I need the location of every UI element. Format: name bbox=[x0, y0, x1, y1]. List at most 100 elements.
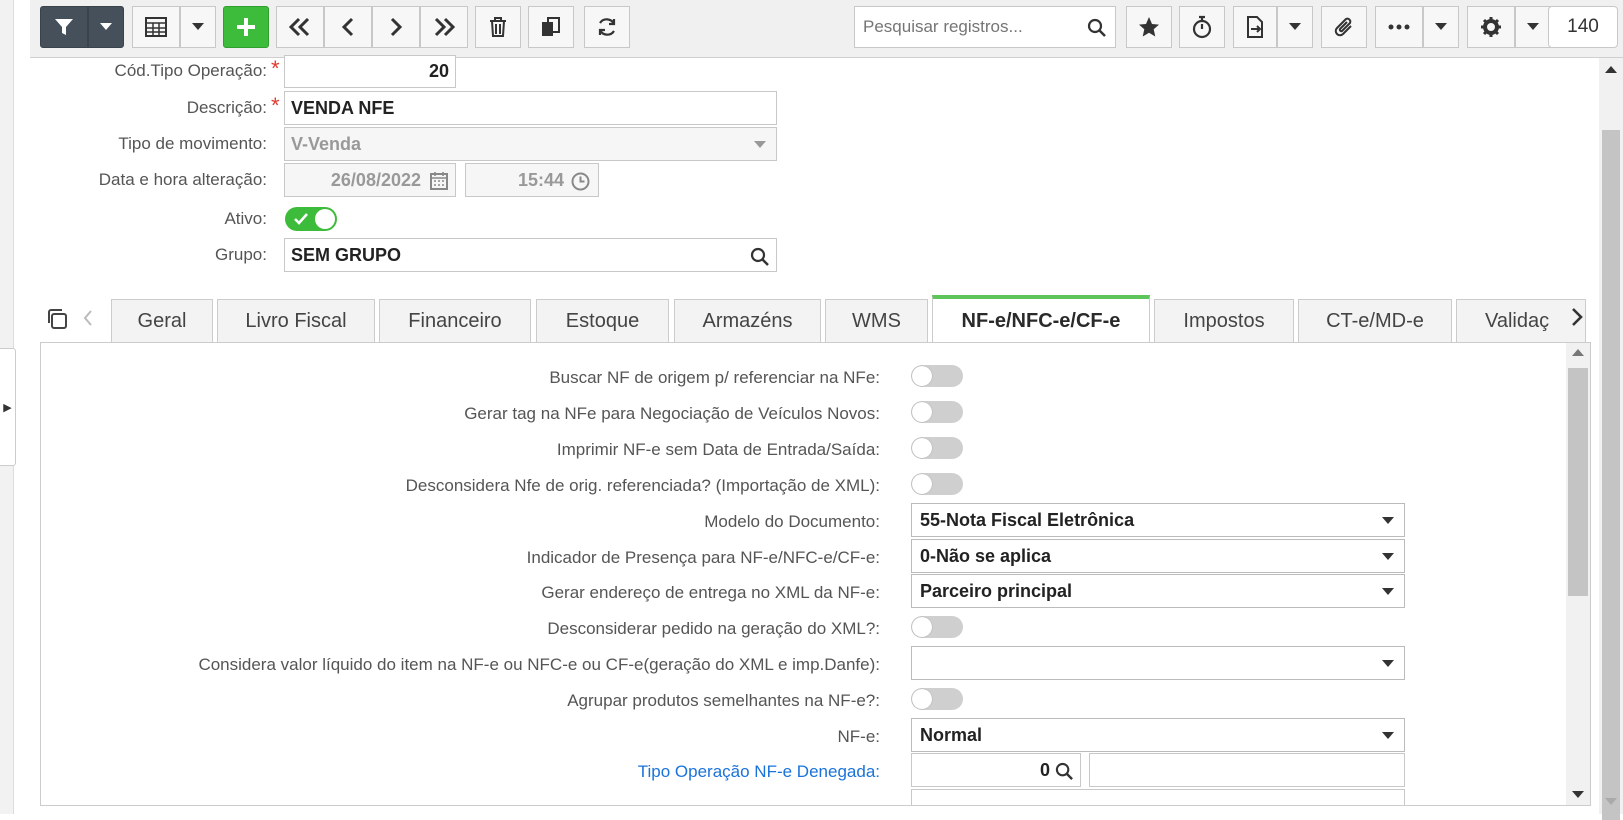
grid-view-button[interactable] bbox=[132, 6, 180, 48]
check-icon bbox=[294, 213, 308, 225]
descricao-field[interactable]: VENDA NFE bbox=[284, 91, 777, 125]
next-record-button[interactable] bbox=[372, 6, 420, 48]
tipo-movimento-label: Tipo de movimento: bbox=[118, 134, 267, 153]
endereco-entrega-select[interactable]: Parceiro principal bbox=[911, 574, 1405, 608]
grupo-field[interactable]: SEM GRUPO bbox=[284, 238, 777, 272]
search-icon[interactable] bbox=[1055, 762, 1074, 781]
chevron-right-icon bbox=[390, 17, 403, 37]
tab-financeiro[interactable]: Financeiro bbox=[379, 299, 531, 343]
scroll-down-arrow-icon[interactable] bbox=[1572, 791, 1584, 799]
panel-scrollbar-thumb[interactable] bbox=[1568, 368, 1588, 596]
grid-view-dropdown-button[interactable] bbox=[180, 6, 216, 48]
double-chevron-right-icon bbox=[434, 17, 456, 37]
date-value: 26/08/2022 bbox=[330, 169, 421, 190]
caret-down-icon bbox=[1382, 517, 1394, 524]
refresh-button[interactable] bbox=[584, 6, 630, 48]
buscar-nf-origem-toggle[interactable] bbox=[911, 365, 963, 387]
ellipsis-icon bbox=[1388, 24, 1410, 30]
caret-down-icon bbox=[754, 141, 766, 148]
page-scrollbar[interactable] bbox=[1599, 58, 1623, 820]
gerar-tag-veiculos-label: Gerar tag na NFe para Negociação de Veíc… bbox=[464, 404, 880, 423]
caret-down-icon bbox=[192, 23, 204, 30]
filter-dropdown-button[interactable] bbox=[88, 6, 124, 48]
considera-valor-liquido-select[interactable] bbox=[911, 646, 1405, 680]
descricao-label: Descrição: bbox=[186, 98, 267, 117]
search-input[interactable] bbox=[861, 16, 1081, 38]
agrupar-produtos-toggle[interactable] bbox=[911, 688, 963, 710]
duplicate-button[interactable] bbox=[528, 6, 574, 48]
side-panel-toggle[interactable]: ▶ bbox=[0, 348, 16, 466]
settings-dropdown-button[interactable] bbox=[1515, 6, 1551, 48]
scroll-down-arrow-icon[interactable] bbox=[1605, 798, 1617, 806]
copy-tabs-icon[interactable] bbox=[45, 307, 69, 331]
tabs-scroll-left-icon[interactable] bbox=[82, 309, 94, 327]
scroll-up-arrow-icon[interactable] bbox=[1605, 66, 1617, 74]
modelo-documento-label: Modelo do Documento: bbox=[704, 512, 880, 531]
filter-button[interactable] bbox=[40, 6, 88, 48]
agrupar-produtos-label: Agrupar produtos semelhantes na NF-e?: bbox=[567, 691, 880, 710]
imprimir-sem-data-label: Imprimir NF-e sem Data de Entrada/Saída: bbox=[556, 440, 880, 459]
previous-record-button[interactable] bbox=[324, 6, 372, 48]
desconsidera-nfe-toggle[interactable] bbox=[911, 473, 963, 495]
indicador-presenca-select[interactable]: 0-Não se aplica bbox=[911, 539, 1405, 573]
tipo-operacao-denegada-field[interactable]: 0 bbox=[911, 753, 1081, 787]
tipo-operacao-denegada-value: 0 bbox=[1039, 759, 1050, 780]
ativo-label: Ativo: bbox=[224, 209, 267, 228]
next-field-partial bbox=[911, 789, 1405, 805]
search-icon[interactable] bbox=[1087, 18, 1107, 38]
gerar-tag-veiculos-toggle[interactable] bbox=[911, 401, 963, 423]
panel-scrollbar[interactable] bbox=[1566, 343, 1590, 805]
grupo-value: SEM GRUPO bbox=[291, 244, 402, 265]
export-button[interactable] bbox=[1233, 6, 1277, 48]
star-icon bbox=[1139, 17, 1159, 37]
search-icon[interactable] bbox=[750, 247, 770, 267]
tab-geral[interactable]: Geral bbox=[111, 299, 213, 343]
settings-button[interactable] bbox=[1467, 6, 1515, 48]
trash-icon bbox=[490, 17, 506, 37]
time-field: 15:44 bbox=[465, 163, 599, 197]
attachments-button[interactable] bbox=[1321, 6, 1367, 48]
time-value: 15:44 bbox=[517, 169, 564, 190]
first-record-button[interactable] bbox=[276, 6, 324, 48]
copy-icon bbox=[542, 17, 560, 36]
tabs-scroll-right-icon[interactable] bbox=[1570, 307, 1584, 327]
filter-icon bbox=[55, 19, 73, 35]
tab-livro-fiscal[interactable]: Livro Fiscal bbox=[217, 299, 375, 343]
tab-cte-mdfe[interactable]: CT-e/MD-e bbox=[1298, 299, 1452, 343]
page-scrollbar-thumb[interactable] bbox=[1602, 130, 1620, 820]
export-dropdown-button[interactable] bbox=[1277, 6, 1313, 48]
add-record-button[interactable] bbox=[223, 6, 269, 48]
tab-wms[interactable]: WMS bbox=[825, 299, 928, 343]
tab-validacoes[interactable]: Validaç bbox=[1456, 299, 1586, 343]
ativo-toggle[interactable] bbox=[285, 207, 337, 231]
considera-valor-liquido-label: Considera valor líquido do item na NF-e … bbox=[198, 655, 880, 674]
grupo-label: Grupo: bbox=[215, 245, 267, 264]
scroll-up-arrow-icon[interactable] bbox=[1572, 349, 1584, 357]
clock-icon bbox=[571, 172, 590, 191]
tipo-operacao-denegada-link[interactable]: Tipo Operação NF-e Denegada: bbox=[638, 762, 880, 782]
desconsiderar-pedido-toggle[interactable] bbox=[911, 616, 963, 638]
modelo-documento-select[interactable]: 55-Nota Fiscal Eletrônica bbox=[911, 503, 1405, 537]
desconsiderar-pedido-label: Desconsiderar pedido na geração do XML?: bbox=[547, 619, 880, 638]
required-marker: * bbox=[271, 56, 280, 81]
imprimir-sem-data-toggle[interactable] bbox=[911, 437, 963, 459]
more-actions-dropdown-button[interactable] bbox=[1423, 6, 1459, 48]
date-field: 26/08/2022 bbox=[284, 163, 456, 197]
cod-tipo-operacao-field[interactable]: 20 bbox=[284, 55, 456, 88]
timer-button[interactable] bbox=[1179, 6, 1225, 48]
tab-armazens[interactable]: Armazéns bbox=[674, 299, 821, 343]
tab-nfe-nfce-cfe[interactable]: NF-e/NFC-e/CF-e bbox=[932, 295, 1150, 344]
desconsidera-nfe-label: Desconsidera Nfe de orig. referenciada? … bbox=[405, 476, 880, 495]
last-record-button[interactable] bbox=[420, 6, 468, 48]
tab-impostos[interactable]: Impostos bbox=[1154, 299, 1294, 343]
paperclip-icon bbox=[1334, 17, 1352, 37]
caret-down-icon bbox=[1382, 660, 1394, 667]
caret-down-icon bbox=[100, 23, 112, 30]
delete-button[interactable] bbox=[475, 6, 521, 48]
tab-panel-nfe: Buscar NF de origem p/ referenciar na NF… bbox=[40, 342, 1591, 806]
caret-down-icon bbox=[1289, 23, 1301, 30]
more-actions-button[interactable] bbox=[1375, 6, 1423, 48]
tab-estoque[interactable]: Estoque bbox=[536, 299, 669, 343]
favorite-button[interactable] bbox=[1126, 6, 1172, 48]
nfe-select[interactable]: Normal bbox=[911, 718, 1405, 752]
